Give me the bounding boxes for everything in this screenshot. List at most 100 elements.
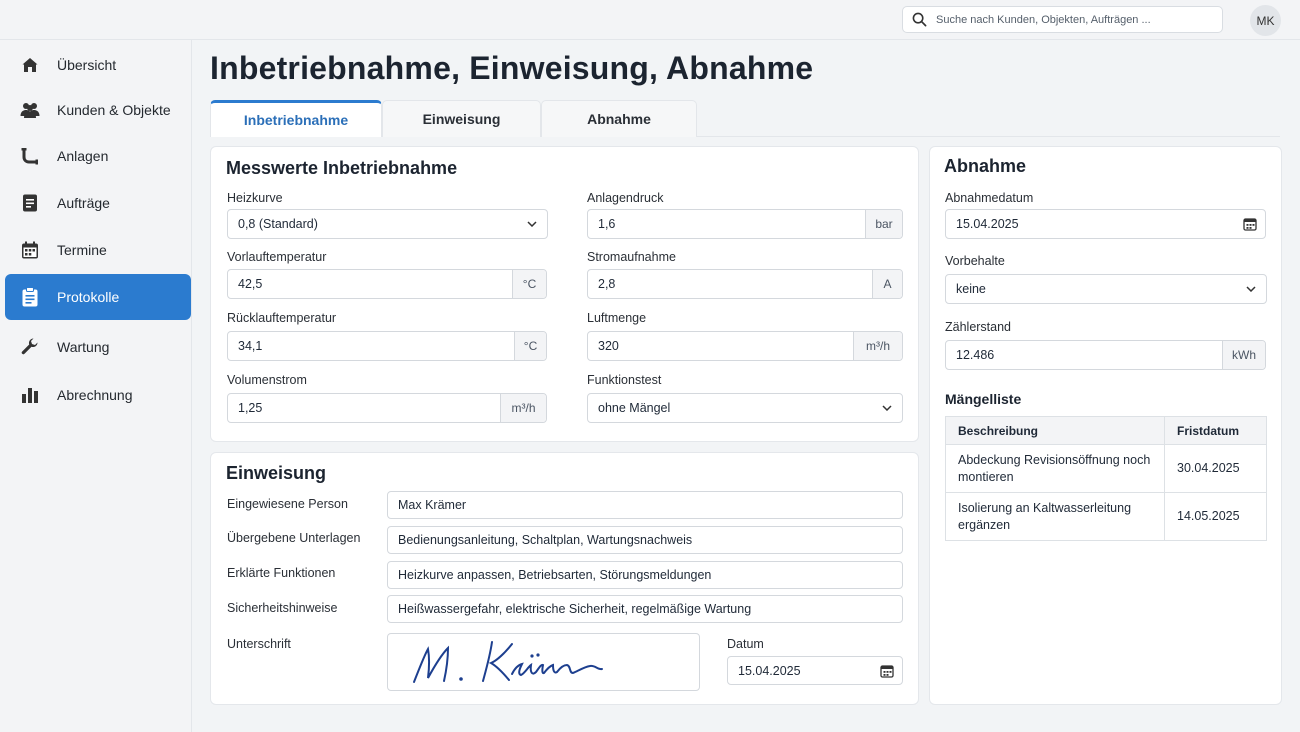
sidebar-item-protokolle[interactable]: Protokolle [5, 274, 191, 320]
functions-label: Erklärte Funktionen [227, 566, 336, 580]
person-label: Eingewiesene Person [227, 497, 348, 511]
meter-field[interactable]: 12.486 kWh [945, 340, 1266, 370]
functions-value: Heizkurve anpassen, Betriebsarten, Störu… [398, 568, 712, 582]
sidebar-item-label: Aufträge [57, 195, 110, 211]
vorlauf-unit: °C [512, 270, 546, 298]
pipe-icon [20, 146, 40, 166]
sidebar-item-abrechnung[interactable]: Abrechnung [5, 372, 191, 418]
wrench-icon [20, 337, 40, 357]
safety-label: Sicherheitshinweise [227, 601, 338, 615]
acceptance-date-value: 15.04.2025 [956, 217, 1019, 231]
clipboard-icon [20, 287, 40, 307]
ruecklauf-value: 34,1 [238, 339, 263, 353]
sidebar-item-label: Übersicht [57, 57, 117, 73]
acceptance-date-field[interactable]: 15.04.2025 [945, 209, 1266, 239]
documents-label: Übergebene Unterlagen [227, 531, 361, 545]
tab-abnahme[interactable]: Abnahme [541, 100, 697, 137]
sidebar-item-anlagen[interactable]: Anlagen [5, 133, 191, 179]
ruecklauf-field[interactable]: 34,1 °C [227, 331, 547, 361]
acceptance-date-label: Abnahmedatum [945, 191, 1034, 205]
sidebar-item-label: Wartung [57, 339, 110, 355]
defects-title: Mängelliste [945, 391, 1022, 407]
anlagendruck-field[interactable]: 1,6 bar [587, 209, 903, 239]
anlagendruck-value: 1,6 [598, 217, 616, 231]
defect-deadline: 14.05.2025 [1164, 492, 1267, 541]
page-title: Inbetriebnahme, Einweisung, Abnahme [210, 50, 814, 86]
documents-field[interactable]: Bedienungsanleitung, Schaltplan, Wartung… [387, 526, 903, 554]
instruction-title: Einweisung [226, 463, 327, 483]
document-icon [20, 193, 40, 213]
measurements-title: Messwerte Inbetriebnahme [226, 158, 458, 178]
meter-value: 12.486 [956, 348, 995, 362]
reservations-label: Vorbehalte [945, 254, 1005, 268]
luftmenge-label: Luftmenge [587, 311, 647, 325]
ruecklauf-label: Rücklauftemperatur [227, 311, 337, 325]
volumenstrom-label: Volumenstrom [227, 373, 307, 387]
sidebar-item-kunden[interactable]: Kunden & Objekte [5, 87, 191, 133]
volumenstrom-value: 1,25 [238, 401, 263, 415]
functions-field[interactable]: Heizkurve anpassen, Betriebsarten, Störu… [387, 561, 903, 589]
reservations-select[interactable]: keine [945, 274, 1267, 304]
column-header: Beschreibung [945, 416, 1165, 445]
chevron-down-icon [872, 405, 902, 411]
vorlauf-field[interactable]: 42,5 °C [227, 269, 547, 299]
stromaufnahme-label: Stromaufnahme [587, 250, 676, 264]
sidebar-item-wartung[interactable]: Wartung [5, 324, 191, 370]
defect-deadline: 30.04.2025 [1164, 444, 1267, 493]
person-field[interactable]: Max Krämer [387, 491, 903, 519]
signature-pad[interactable] [387, 633, 700, 691]
search-input[interactable] [936, 13, 1206, 26]
heizkurve-select[interactable]: 0,8 (Standard) [227, 209, 548, 239]
stromaufnahme-field[interactable]: 2,8 A [587, 269, 903, 299]
bar-chart-icon [20, 385, 40, 405]
documents-value: Bedienungsanleitung, Schaltplan, Wartung… [398, 533, 693, 547]
funktionstest-value: ohne Mängel [598, 401, 671, 415]
funktionstest-select[interactable]: ohne Mängel [587, 393, 903, 423]
table-row[interactable]: Abdeckung Revisionsöffnung noch montiere… [945, 444, 1267, 493]
person-value: Max Krämer [398, 498, 467, 512]
search-box[interactable] [902, 6, 1223, 33]
sidebar-item-termine[interactable]: Termine [5, 227, 191, 273]
table-row[interactable]: Isolierung an Kaltwasserleitung ergänzen… [945, 492, 1267, 541]
anlagendruck-label: Anlagendruck [587, 191, 664, 205]
date-field[interactable]: 15.04.2025 [727, 656, 903, 685]
luftmenge-field[interactable]: 320 m³/h [587, 331, 903, 361]
sidebar-item-auftraege[interactable]: Aufträge [5, 180, 191, 226]
sidebar: Übersicht Kunden & Objekte Anlagen Auftr… [0, 40, 192, 732]
defect-description: Abdeckung Revisionsöffnung noch montiere… [945, 444, 1165, 493]
ruecklauf-unit: °C [514, 332, 546, 360]
safety-field[interactable]: Heißwassergefahr, elektrische Sicherheit… [387, 595, 903, 623]
sidebar-item-label: Anlagen [57, 148, 109, 164]
column-header: Fristdatum [1164, 416, 1267, 445]
tab-inbetriebnahme[interactable]: Inbetriebnahme [210, 100, 382, 137]
meter-label: Zählerstand [945, 320, 1012, 334]
safety-value: Heißwassergefahr, elektrische Sicherheit… [398, 602, 752, 616]
luftmenge-value: 320 [598, 339, 619, 353]
user-avatar[interactable]: MK [1250, 5, 1281, 36]
calendar-icon [20, 240, 40, 260]
sidebar-item-label: Termine [57, 242, 107, 258]
meter-unit: kWh [1222, 341, 1265, 369]
calendar-icon[interactable] [1235, 217, 1265, 231]
acceptance-title: Abnahme [944, 156, 1027, 176]
table-header-row: Beschreibung Fristdatum [945, 416, 1267, 445]
funktionstest-label: Funktionstest [587, 373, 662, 387]
sidebar-item-label: Abrechnung [57, 387, 133, 403]
defects-table: Beschreibung Fristdatum Abdeckung Revisi… [945, 416, 1267, 541]
defect-description: Isolierung an Kaltwasserleitung ergänzen [945, 492, 1165, 541]
sidebar-item-uebersicht[interactable]: Übersicht [5, 42, 191, 88]
sidebar-item-label: Kunden & Objekte [57, 102, 171, 118]
vorlauf-value: 42,5 [238, 277, 263, 291]
stromaufnahme-unit: A [872, 270, 902, 298]
calendar-icon[interactable] [872, 664, 902, 678]
volumenstrom-field[interactable]: 1,25 m³/h [227, 393, 547, 423]
vorlauf-label: Vorlauftemperatur [227, 250, 327, 264]
users-icon [20, 100, 40, 120]
reservations-value: keine [956, 282, 986, 296]
search-icon [912, 12, 927, 27]
home-icon [20, 55, 40, 75]
chevron-down-icon [1236, 286, 1266, 292]
heizkurve-label: Heizkurve [227, 191, 283, 205]
date-value: 15.04.2025 [738, 663, 801, 678]
tab-einweisung[interactable]: Einweisung [382, 100, 541, 137]
